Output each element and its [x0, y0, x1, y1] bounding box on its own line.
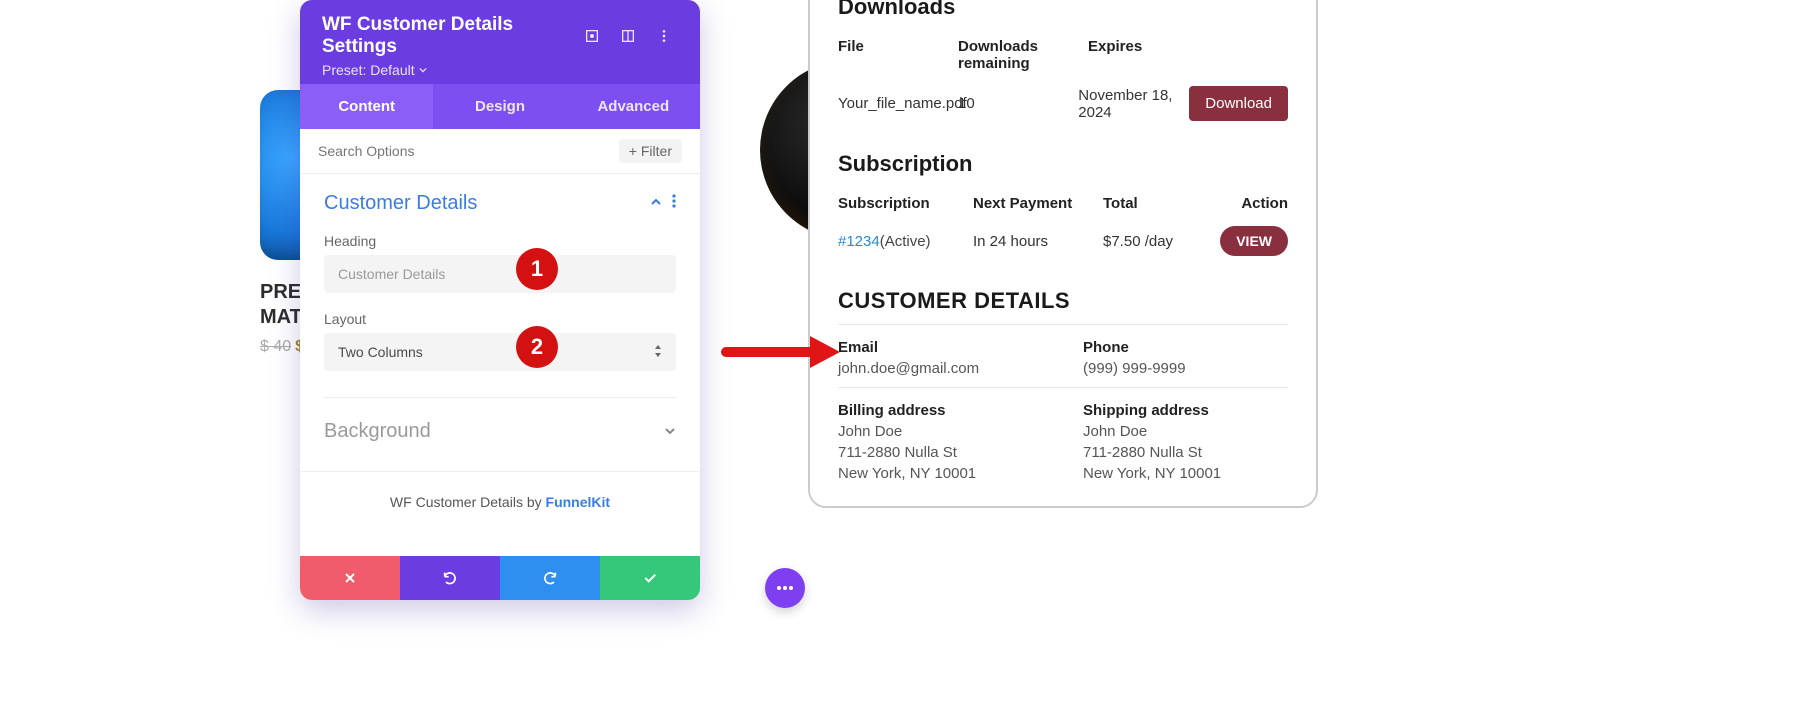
panel-footer — [300, 556, 700, 600]
col-remaining: Downloads remaining — [958, 38, 1088, 72]
billing-label: Billing address — [838, 402, 1043, 419]
section-more-icon[interactable] — [672, 194, 676, 213]
layout-label: Layout — [324, 311, 676, 327]
next-payment: In 24 hours — [973, 233, 1103, 250]
search-input[interactable] — [318, 143, 619, 159]
col-file: File — [838, 38, 958, 72]
download-button[interactable]: Download — [1189, 86, 1288, 121]
total-cost: $7.50 /day — [1103, 233, 1203, 250]
view-button[interactable]: VIEW — [1220, 226, 1288, 256]
heading-label: Heading — [324, 233, 676, 249]
chevron-down-icon[interactable] — [664, 424, 676, 440]
file-name: Your_file_name.pdf — [838, 95, 958, 112]
layout-toggle-icon[interactable] — [614, 22, 642, 50]
billing-name: John Doe — [838, 423, 1043, 440]
shipping-addr2: New York, NY 10001 — [1083, 465, 1288, 482]
billing-addr1: 711-2880 Nulla St — [838, 444, 1043, 461]
phone-label: Phone — [1083, 339, 1288, 356]
select-caret-icon — [654, 345, 662, 360]
col-total: Total — [1103, 195, 1203, 212]
billing-addr2: New York, NY 10001 — [838, 465, 1043, 482]
expires-date: November 18, 2024 — [1078, 87, 1189, 121]
dots-horizontal-icon — [776, 585, 794, 591]
search-row: + Filter — [300, 129, 700, 174]
section-title[interactable]: Customer Details — [324, 192, 650, 215]
downloads-remaining: 10 — [958, 95, 1078, 112]
shipping-name: John Doe — [1083, 423, 1288, 440]
layout-select[interactable]: Two Columns 2 — [324, 333, 676, 371]
fab-more-button[interactable] — [765, 568, 805, 608]
save-button[interactable] — [600, 556, 700, 600]
downloads-table: File Downloads remaining Expires Your_fi… — [838, 38, 1288, 121]
email-value: john.doe@gmail.com — [838, 360, 1043, 377]
preset-selector[interactable]: Preset: Default — [322, 62, 678, 78]
undo-button[interactable] — [400, 556, 500, 600]
chevron-up-icon[interactable] — [650, 196, 662, 211]
product-price: $ 40$ — [260, 338, 304, 356]
table-row: #1234(Active) In 24 hours $7.50 /day VIE… — [838, 226, 1288, 256]
phone-value: (999) 999-9999 — [1083, 360, 1288, 377]
shipping-label: Shipping address — [1083, 402, 1288, 419]
panel-credit: WF Customer Details by FunnelKit — [300, 471, 700, 528]
col-action: Action — [1203, 195, 1288, 212]
redo-button[interactable] — [500, 556, 600, 600]
downloads-title: Downloads — [838, 0, 1288, 20]
preview-card: Downloads File Downloads remaining Expir… — [808, 0, 1318, 508]
annotation-badge-1: 1 — [516, 248, 558, 290]
panel-tabs: Content Design Advanced — [300, 84, 700, 129]
tab-design[interactable]: Design — [433, 84, 566, 129]
more-icon[interactable] — [650, 22, 678, 50]
email-label: Email — [838, 339, 1043, 356]
col-expires: Expires — [1088, 38, 1208, 72]
annotation-badge-2: 2 — [516, 326, 558, 368]
subscription-status: (Active) — [880, 233, 931, 250]
divider — [838, 387, 1288, 388]
section-background-title[interactable]: Background — [324, 420, 664, 443]
tab-advanced[interactable]: Advanced — [567, 84, 700, 129]
panel-title: WF Customer Details Settings — [322, 14, 570, 58]
subscription-link[interactable]: #1234 — [838, 233, 880, 250]
plus-icon: + — [629, 143, 637, 159]
panel-header: WF Customer Details Settings Preset: Def… — [300, 0, 700, 84]
subscription-table: Subscription Next Payment Total Action #… — [838, 195, 1288, 256]
tab-content[interactable]: Content — [300, 84, 433, 129]
cancel-button[interactable] — [300, 556, 400, 600]
heading-field[interactable]: Customer Details 1 — [324, 255, 676, 293]
chevron-down-icon — [419, 66, 427, 74]
section-customer-details: Customer Details Heading Customer Detail… — [300, 174, 700, 461]
filter-button[interactable]: + Filter — [619, 139, 682, 163]
shipping-addr1: 711-2880 Nulla St — [1083, 444, 1288, 461]
settings-panel: WF Customer Details Settings Preset: Def… — [300, 0, 700, 600]
expand-icon[interactable] — [578, 22, 606, 50]
divider — [838, 324, 1288, 325]
subscription-title: Subscription — [838, 151, 1288, 177]
credit-link[interactable]: FunnelKit — [546, 494, 611, 510]
col-next-payment: Next Payment — [973, 195, 1103, 212]
col-subscription: Subscription — [838, 195, 973, 212]
annotation-arrow — [720, 332, 840, 372]
customer-details-title: CUSTOMER DETAILS — [838, 288, 1288, 314]
table-row: Your_file_name.pdf 10 November 18, 2024 … — [838, 86, 1288, 121]
